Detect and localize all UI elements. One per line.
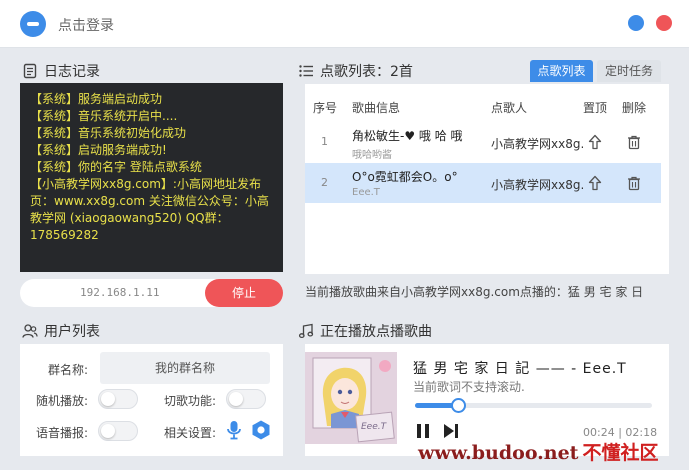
related-settings-label: 相关设置: — [164, 426, 217, 440]
requester-name: 小高教学网xx8g.com — [491, 178, 583, 192]
log-console[interactable]: 【系统】服务端启动成功 【系统】音乐系统开启中.... 【系统】音乐系统初始化成… — [20, 83, 283, 272]
progress-handle[interactable] — [450, 398, 466, 413]
watermark-site: 不懂社区 — [582, 442, 659, 464]
watermark-url: www.budoo.net — [418, 442, 579, 464]
playlist-section-header: 点歌列表：2首 — [298, 61, 413, 81]
random-play-toggle[interactable] — [98, 389, 138, 409]
lyric-status: 当前歌词不支持滚动. — [413, 380, 525, 394]
now-playing-title: 猛 男 宅 家 日 記 —— - Eee.T — [413, 361, 627, 377]
stop-button[interactable]: 停止 — [205, 279, 283, 307]
user-settings-panel: 群名称: 我的群名称 随机播放: 切歌功能: 语音播报: 相关设置: — [20, 344, 283, 456]
column-header: 序号 — [313, 101, 338, 115]
random-play-label: 随机播放: — [36, 394, 89, 408]
song-name: O°o霓虹都会O。o° — [352, 170, 458, 184]
column-header: 删除 — [622, 101, 647, 115]
server-control-bar: 192.168.1.11 停止 — [20, 279, 283, 307]
log-line: 178569282 — [30, 228, 99, 242]
log-line: 【小高教学网xx8g.com】:小高网地址发布 — [30, 177, 261, 191]
users-icon — [22, 324, 38, 338]
delete-icon[interactable] — [626, 134, 642, 150]
voice-broadcast-label: 语音播报: — [36, 426, 89, 440]
close-button[interactable] — [656, 15, 672, 31]
group-name-input[interactable]: 我的群名称 — [100, 352, 270, 384]
document-icon — [23, 63, 37, 79]
app-logo-icon[interactable] — [20, 11, 46, 37]
log-line: 【系统】音乐系统初始化成功 — [30, 126, 187, 140]
users-section-title: 用户列表 — [44, 324, 100, 340]
requester-name: 小高教学网xx8g.com — [491, 137, 583, 151]
row-number: 1 — [321, 135, 328, 148]
voice-broadcast-toggle[interactable] — [98, 421, 138, 441]
watermark: www.budoo.net 不懂社区 — [418, 438, 658, 465]
pin-top-icon[interactable] — [587, 134, 603, 150]
player-section-title: 正在播放点播歌曲 — [320, 324, 432, 340]
minimize-button[interactable] — [628, 15, 644, 31]
log-line: 页：www.xx8g.com 关注微信公众号：小高 — [30, 194, 269, 208]
progress-bar[interactable] — [415, 398, 652, 413]
song-artist: Eee.T — [352, 187, 380, 198]
music-note-icon — [298, 323, 314, 339]
log-line: 【系统】你的名字 登陆点歌系统 — [30, 160, 202, 174]
settings-hexagon-icon[interactable] — [250, 419, 272, 441]
switch-song-label: 切歌功能: — [164, 394, 217, 408]
pin-top-icon[interactable] — [587, 175, 603, 191]
song-artist: 哦哈哟酱 — [352, 150, 392, 161]
tab-playlist[interactable]: 点歌列表 — [530, 60, 593, 82]
table-row[interactable]: 2 O°o霓虹都会O。o° Eee.T 小高教学网xx8g.com — [305, 163, 661, 203]
log-line: 【系统】音乐系统开启中.... — [30, 109, 178, 123]
album-cover-text: Eee.T — [361, 422, 387, 432]
table-row[interactable]: 1 角松敏生-♥ 哦 哈 哦 哦哈哟酱 小高教学网xx8g.com — [305, 122, 661, 162]
playlist-table: 序号 歌曲信息 点歌人 置顶 删除 1 角松敏生-♥ 哦 哈 哦 哦哈哟酱 小高… — [305, 84, 669, 274]
log-line: 教学网 (xiaogaowang520) QQ群： — [30, 211, 229, 225]
title-bar: 点击登录 — [0, 0, 689, 48]
switch-song-toggle[interactable] — [226, 389, 266, 409]
login-link[interactable]: 点击登录 — [58, 15, 114, 35]
table-header: 序号 歌曲信息 点歌人 置顶 删除 — [305, 94, 669, 118]
column-header: 点歌人 — [491, 101, 528, 115]
playlist-title: 点歌列表：2首 — [320, 64, 413, 80]
users-section-header: 用户列表 — [22, 321, 100, 341]
row-number: 2 — [321, 176, 328, 189]
column-header: 置顶 — [583, 101, 608, 115]
list-icon — [299, 65, 313, 77]
delete-icon[interactable] — [626, 175, 642, 191]
group-name-label: 群名称: — [48, 363, 89, 377]
log-line: 【系统】服务端启动成功 — [30, 92, 163, 106]
log-section-header: 日志记录 — [22, 61, 100, 81]
album-cover: Eee.T — [305, 352, 397, 444]
now-playing-source: 当前播放歌曲来自小高教学网xx8g.com点播的：猛 男 宅 家 日 — [305, 285, 644, 299]
player-section-header: 正在播放点播歌曲 — [298, 321, 432, 341]
tab-scheduled-tasks[interactable]: 定时任务 — [597, 60, 661, 82]
server-ip: 192.168.1.11 — [80, 286, 160, 299]
log-section-title: 日志记录 — [44, 64, 100, 80]
microphone-icon[interactable] — [224, 419, 244, 441]
column-header: 歌曲信息 — [352, 101, 401, 115]
song-name: 角松敏生-♥ 哦 哈 哦 — [352, 129, 463, 143]
log-line: 【系统】启动服务端成功! — [30, 143, 167, 157]
